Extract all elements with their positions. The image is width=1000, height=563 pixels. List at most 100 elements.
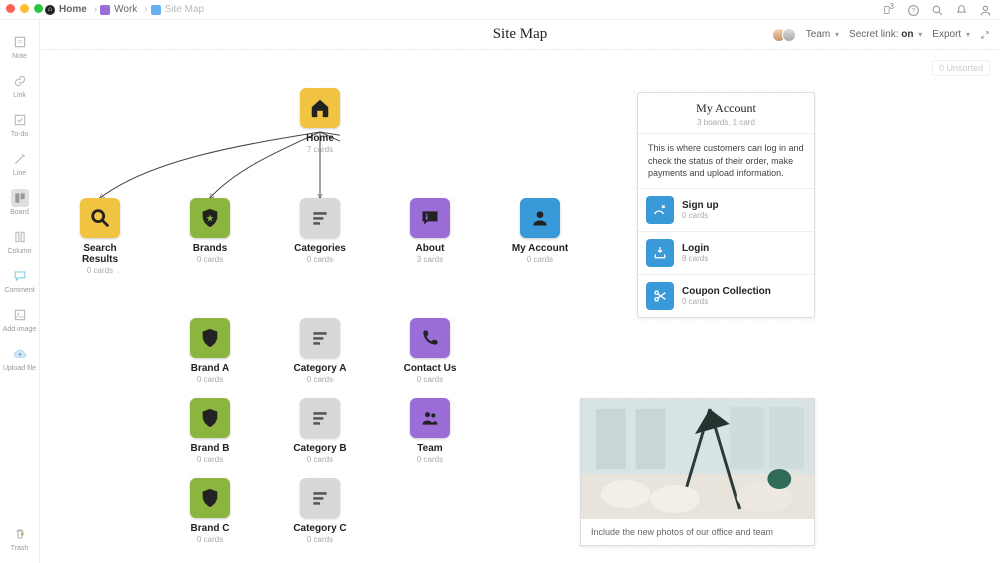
panel-item-title: Login [682,243,709,254]
breadcrumb-current[interactable]: Site Map [151,4,204,15]
node-search-results[interactable]: Search Results 0 cards [65,198,135,275]
board-icon [151,5,161,15]
detail-panel[interactable]: My Account 3 boards, 1 card This is wher… [637,92,815,318]
list-icon [300,318,340,358]
home-icon [300,88,340,128]
list-icon [300,198,340,238]
node-brand-c[interactable]: Brand C 0 cards [175,478,245,544]
help-icon[interactable]: ? [906,3,920,17]
node-sub: 0 cards [87,266,113,275]
collaborator-avatars[interactable] [776,28,796,42]
breadcrumb-home-label: Home [59,4,87,15]
node-sub: 0 cards [527,255,553,264]
team-dropdown[interactable]: Team ▾ [806,29,839,40]
node-category-a[interactable]: Category A 0 cards [285,318,355,384]
tool-link[interactable]: Link [3,69,37,102]
node-brand-b[interactable]: Brand B 0 cards [175,398,245,464]
tool-note[interactable]: Note [3,30,37,63]
list-icon [300,478,340,518]
node-sub: 0 cards [307,535,333,544]
pencil-icon [11,150,29,168]
image-note-card[interactable]: Include the new photos of our office and… [580,398,815,546]
node-team[interactable]: Team 0 cards [395,398,465,464]
node-sub: 0 cards [307,255,333,264]
node-sub: 0 cards [307,455,333,464]
shield-icon [190,318,230,358]
comment-icon [11,267,29,285]
bell-icon[interactable] [954,3,968,17]
node-sub: 0 cards [417,455,443,464]
node-title: Home [306,133,334,144]
chevron-down-icon: ▾ [835,30,839,39]
team-label: Team [806,29,830,40]
panel-item-sub: 0 cards [682,297,771,306]
tool-label: Column [7,248,31,255]
search-icon [80,198,120,238]
node-category-b[interactable]: Category B 0 cards [285,398,355,464]
breadcrumb: ⌂ Home › Work › Site Map 3 ? [0,0,1000,20]
tool-comment[interactable]: Comment [3,264,37,297]
node-title: Category A [294,363,347,374]
panel-title: My Account [648,101,804,116]
secret-link-state: on [901,29,913,40]
tool-label: Comment [4,287,34,294]
node-sub: 3 cards [417,255,443,264]
tool-label: Line [13,170,26,177]
tool-label: Board [10,209,29,216]
node-sub: 0 cards [197,535,223,544]
node-title: Brand B [191,443,230,454]
unsorted-counter[interactable]: 0 Unsorted [932,60,990,76]
node-title: Brands [193,243,227,254]
checkbox-icon [11,111,29,129]
node-title: Brand C [191,523,230,534]
list-icon [300,398,340,438]
node-brand-a[interactable]: Brand A 0 cards [175,318,245,384]
panel-item-login[interactable]: Login 8 cards [638,232,814,275]
node-title: About [416,243,445,254]
panel-item-coupons[interactable]: Coupon Collection 0 cards [638,275,814,317]
secret-link-label: Secret link: [849,29,898,40]
secret-link-toggle[interactable]: Secret link: on ▾ [849,29,922,40]
export-dropdown[interactable]: Export ▾ [932,29,970,40]
breadcrumb-home[interactable]: ⌂ Home [45,4,87,15]
node-home[interactable]: Home 7 cards [285,88,355,154]
node-my-account[interactable]: My Account 0 cards [505,198,575,264]
node-about[interactable]: About 3 cards [395,198,465,264]
node-sub: 7 cards [307,145,333,154]
canvas[interactable]: 0 Unsorted Home 7 cards Search Res [40,50,1000,563]
node-categories[interactable]: Categories 0 cards [285,198,355,264]
avatar [782,28,796,42]
tool-trash[interactable]: Trash [3,522,37,555]
node-category-c[interactable]: Category C 0 cards [285,478,355,544]
tool-line[interactable]: Line [3,147,37,180]
shield-icon [190,478,230,518]
tool-board[interactable]: Board [3,186,37,219]
folder-icon [100,5,110,15]
expand-icon[interactable] [980,30,990,40]
phone-icon [410,318,450,358]
user-icon[interactable] [978,3,992,17]
users-icon [410,398,450,438]
node-sub: 0 cards [197,375,223,384]
node-title: My Account [512,243,568,254]
devices-icon[interactable]: 3 [882,3,896,17]
link-icon [11,72,29,90]
node-contact-us[interactable]: Contact Us 0 cards [395,318,465,384]
node-title: Categories [294,243,346,254]
cloud-upload-icon [11,345,29,363]
panel-item-sub: 8 cards [682,254,709,263]
breadcrumb-work[interactable]: Work [100,4,137,15]
node-title: Search Results [65,243,135,265]
chevron-down-icon: ▾ [918,30,922,39]
panel-item-signup[interactable]: Sign up 0 cards [638,189,814,232]
page-title: Site Map [493,26,548,43]
tool-todo[interactable]: To-do [3,108,37,141]
tool-upload-file[interactable]: Upload file [3,342,37,375]
search-icon[interactable] [930,3,944,17]
page-header: Site Map Team ▾ Secret link: on ▾ Export… [40,20,1000,50]
tool-add-image[interactable]: Add image [3,303,37,336]
node-brands[interactable]: Brands 0 cards [175,198,245,264]
breadcrumb-current-label: Site Map [165,4,204,15]
column-icon [11,228,29,246]
tool-column[interactable]: Column [3,225,37,258]
